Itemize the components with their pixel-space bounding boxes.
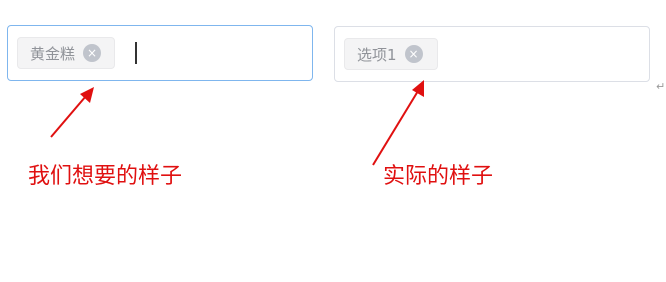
caption-actual: 实际的样子 (383, 164, 494, 189)
arrow-actual (372, 80, 424, 166)
tag-close-icon[interactable]: × (404, 45, 423, 63)
paragraph-mark: ↵ (656, 80, 666, 93)
caption-wanted: 我们想要的样子 (28, 164, 183, 189)
selected-tag: 选项1 × (344, 38, 438, 70)
multi-select-wanted[interactable]: 黄金糕 × (7, 25, 313, 81)
arrow-wanted (50, 87, 94, 138)
tag-label: 选项1 (357, 45, 397, 64)
multi-select-actual[interactable]: 选项1 × (334, 26, 650, 82)
tag-close-icon[interactable]: × (83, 44, 102, 62)
text-caret (135, 42, 137, 64)
tag-label: 黄金糕 (30, 44, 76, 63)
selected-tag: 黄金糕 × (17, 37, 115, 69)
